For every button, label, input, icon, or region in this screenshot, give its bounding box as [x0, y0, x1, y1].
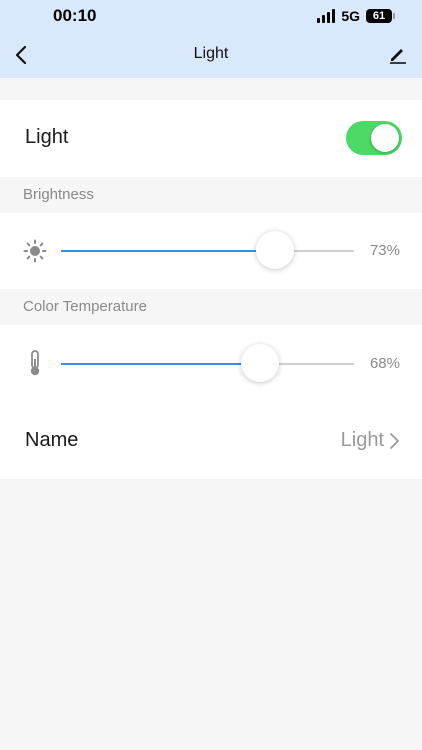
status-time: 00:10 [53, 6, 97, 25]
network-type: 5G [341, 8, 360, 24]
light-power-row: Light [0, 100, 422, 177]
color-temperature-fill [61, 363, 261, 365]
brightness-value: 73% [369, 242, 400, 259]
battery-icon: 61 [366, 9, 395, 23]
name-label: Name [25, 429, 79, 451]
top-bar: 00:10 5G 61 Light [0, 0, 422, 78]
color-temperature-slider[interactable] [61, 344, 354, 382]
color-temperature-thumb[interactable] [241, 344, 280, 382]
battery-level: 61 [372, 10, 386, 22]
brightness-row: 73% [0, 213, 422, 289]
sun-icon [23, 239, 47, 263]
name-row[interactable]: Name Light [0, 401, 422, 479]
signal-icon [317, 9, 336, 23]
status-indicators: 5G 61 [317, 7, 395, 25]
toggle-knob [371, 124, 399, 152]
pencil-icon[interactable] [388, 44, 408, 64]
page-title: Light [193, 45, 229, 62]
name-value: Light [340, 429, 384, 451]
chevron-right-icon [390, 432, 399, 449]
color-temperature-section-title: Color Temperature [23, 298, 147, 315]
brightness-section-title: Brightness [23, 186, 94, 203]
name-value-group: Light [341, 429, 400, 452]
color-temperature-value: 68% [369, 355, 400, 372]
light-toggle[interactable] [346, 121, 402, 155]
light-label: Light [25, 126, 69, 148]
brightness-fill [61, 250, 275, 252]
color-temperature-row: 68% [0, 325, 422, 401]
brightness-thumb[interactable] [255, 231, 294, 269]
brightness-slider[interactable] [61, 231, 354, 269]
thermometer-icon [30, 350, 40, 376]
